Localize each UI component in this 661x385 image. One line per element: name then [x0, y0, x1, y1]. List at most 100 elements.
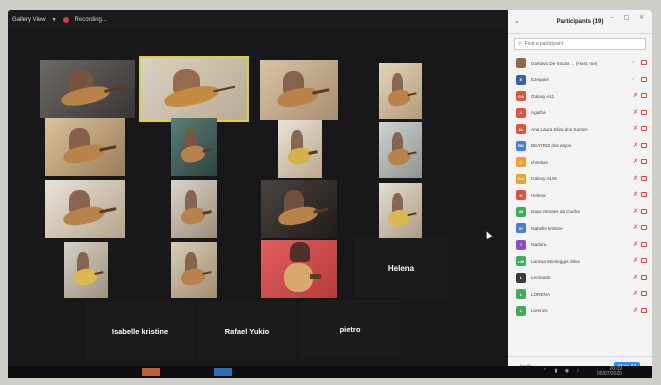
video-tile[interactable]: [260, 60, 338, 120]
participant-row[interactable]: L LORENA ✗: [508, 286, 652, 303]
camera-icon[interactable]: [641, 76, 647, 82]
participant-row[interactable]: AL Ana Laura Silva dos Santos ✗: [508, 121, 652, 138]
microphone-muted-icon[interactable]: ✗: [633, 241, 638, 248]
participant-row[interactable]: Gustavo De Souza ... (Host, me) ♩: [508, 55, 652, 72]
video-tile[interactable]: [171, 180, 217, 238]
microphone-muted-icon[interactable]: ✗: [633, 175, 638, 182]
avatar: H: [516, 190, 526, 201]
camera-icon[interactable]: [641, 142, 647, 148]
participant-search[interactable]: ⚲: [514, 38, 646, 50]
camera-icon[interactable]: [641, 60, 647, 65]
participant-row[interactable]: IM Isaac Moraes da Cunha ✗: [508, 204, 652, 221]
avatar: L: [516, 289, 526, 300]
avatar: L: [516, 305, 526, 316]
microphone-muted-icon[interactable]: ✗: [633, 92, 638, 99]
gallery-view: Helena Isabelle kristine Rafael Yukio pi…: [8, 30, 508, 376]
avatar: IK: [516, 223, 526, 234]
camera-icon[interactable]: [641, 274, 647, 280]
microphone-muted-icon[interactable]: ✗: [633, 307, 638, 314]
camera-icon[interactable]: [641, 208, 647, 214]
camera-icon[interactable]: [641, 159, 647, 164]
participant-row[interactable]: IK Isabelle kristine ✗: [508, 220, 652, 237]
camera-icon[interactable]: [641, 192, 647, 197]
window-controls-icon[interactable]: – ▢ ✕: [611, 14, 648, 21]
panel-title: Participants (19): [556, 18, 604, 25]
name-tile-isabelle-kristine[interactable]: Isabelle kristine: [86, 302, 194, 360]
microphone-muted-icon[interactable]: ✗: [633, 224, 638, 231]
camera-icon[interactable]: [641, 175, 647, 181]
video-tile[interactable]: [261, 180, 337, 238]
camera-icon[interactable]: [641, 126, 647, 131]
participant-row[interactable]: LM Larissa Monteggia Silva ✗: [508, 253, 652, 270]
camera-icon[interactable]: [641, 225, 647, 230]
microphone-icon[interactable]: ♩: [632, 76, 638, 82]
participant-row[interactable]: BD BEATRIZ dos anjos ✗: [508, 138, 652, 155]
chevron-down-icon[interactable]: ▼: [52, 17, 57, 23]
microphone-muted-icon[interactable]: ✗: [633, 257, 638, 264]
avatar: I: [516, 239, 526, 250]
camera-icon[interactable]: [641, 109, 647, 115]
camera-icon[interactable]: [641, 241, 647, 247]
microphone-muted-icon[interactable]: ✗: [633, 191, 638, 198]
microphone-muted-icon[interactable]: ✗: [633, 274, 638, 281]
microphone-muted-icon[interactable]: ✗: [633, 208, 638, 215]
participant-name: Isabelle kristine: [531, 225, 563, 231]
participant-name: Lorenzo: [531, 308, 548, 314]
mouse-cursor: [483, 230, 493, 239]
avatar: L: [516, 272, 526, 283]
participant-row[interactable]: L Leonardo ✗: [508, 270, 652, 287]
avatar: [516, 58, 526, 69]
microphone-muted-icon[interactable]: ✗: [633, 158, 638, 165]
microphone-muted-icon[interactable]: ✗: [633, 290, 638, 297]
participant-row[interactable]: GA Galaxy A10s ✗: [508, 171, 652, 188]
name-tile-pietro[interactable]: pietro: [300, 300, 400, 358]
camera-icon[interactable]: [641, 93, 647, 98]
avatar: GA: [516, 173, 526, 184]
video-tile-active-speaker[interactable]: [139, 56, 249, 122]
participant-name: Larissa Monteggia Silva: [531, 258, 580, 264]
search-input[interactable]: [524, 41, 635, 47]
taskbar-clock[interactable]: 20:09 05/07/2020: [597, 367, 622, 377]
microphone-muted-icon[interactable]: ✗: [633, 142, 638, 149]
video-tile[interactable]: [40, 60, 135, 118]
camera-icon[interactable]: [641, 258, 647, 263]
video-tile[interactable]: [45, 180, 125, 238]
participant-name: Agatha: [531, 110, 546, 116]
participant-row[interactable]: A Agatha ✗: [508, 105, 652, 122]
microphone-muted-icon[interactable]: ✗: [633, 109, 638, 116]
video-tile[interactable]: [64, 242, 108, 298]
avatar: A: [516, 107, 526, 118]
microphone-icon[interactable]: ♩: [632, 59, 638, 65]
video-tile[interactable]: [278, 120, 322, 178]
taskbar-app-icon[interactable]: [142, 368, 160, 376]
collapse-icon[interactable]: ⌄: [514, 17, 520, 25]
video-tile[interactable]: [171, 118, 217, 176]
avatar: GA: [516, 91, 526, 102]
name-tile-rafael-yukio[interactable]: Rafael Yukio: [198, 302, 296, 360]
participant-name: christian: [531, 159, 549, 165]
video-tile[interactable]: [379, 183, 422, 239]
participant-row[interactable]: H Helena ✗: [508, 187, 652, 204]
participant-row[interactable]: E Ezequiel ♩: [508, 72, 652, 89]
participant-name: Galaxy A11: [531, 93, 555, 99]
participant-row[interactable]: GA Galaxy A11 ✗: [508, 88, 652, 105]
avatar: LM: [516, 256, 526, 267]
camera-icon[interactable]: [641, 291, 647, 296]
name-tile-helena[interactable]: Helena: [354, 238, 448, 298]
recording-label: Recording...: [74, 17, 107, 23]
video-tile[interactable]: [379, 122, 422, 178]
participant-row[interactable]: L Lorenzo ✗: [508, 303, 652, 320]
video-tile[interactable]: [171, 242, 217, 298]
video-tile[interactable]: [45, 118, 125, 176]
participant-row[interactable]: I Isadora ✗: [508, 237, 652, 254]
camera-icon[interactable]: [641, 307, 647, 313]
meeting-top-bar: Gallery View ▼ Recording...: [8, 10, 508, 30]
video-tile[interactable]: [261, 240, 337, 298]
taskbar-app-icon[interactable]: [214, 368, 232, 376]
video-tile[interactable]: [379, 63, 422, 119]
system-tray-icons[interactable]: ⌃ ▮ ◉ ♪: [543, 368, 582, 374]
view-label[interactable]: Gallery View: [12, 17, 46, 23]
avatar: C: [516, 157, 526, 168]
microphone-muted-icon[interactable]: ✗: [633, 125, 638, 132]
participant-row[interactable]: Cchristian ✗: [508, 154, 652, 171]
